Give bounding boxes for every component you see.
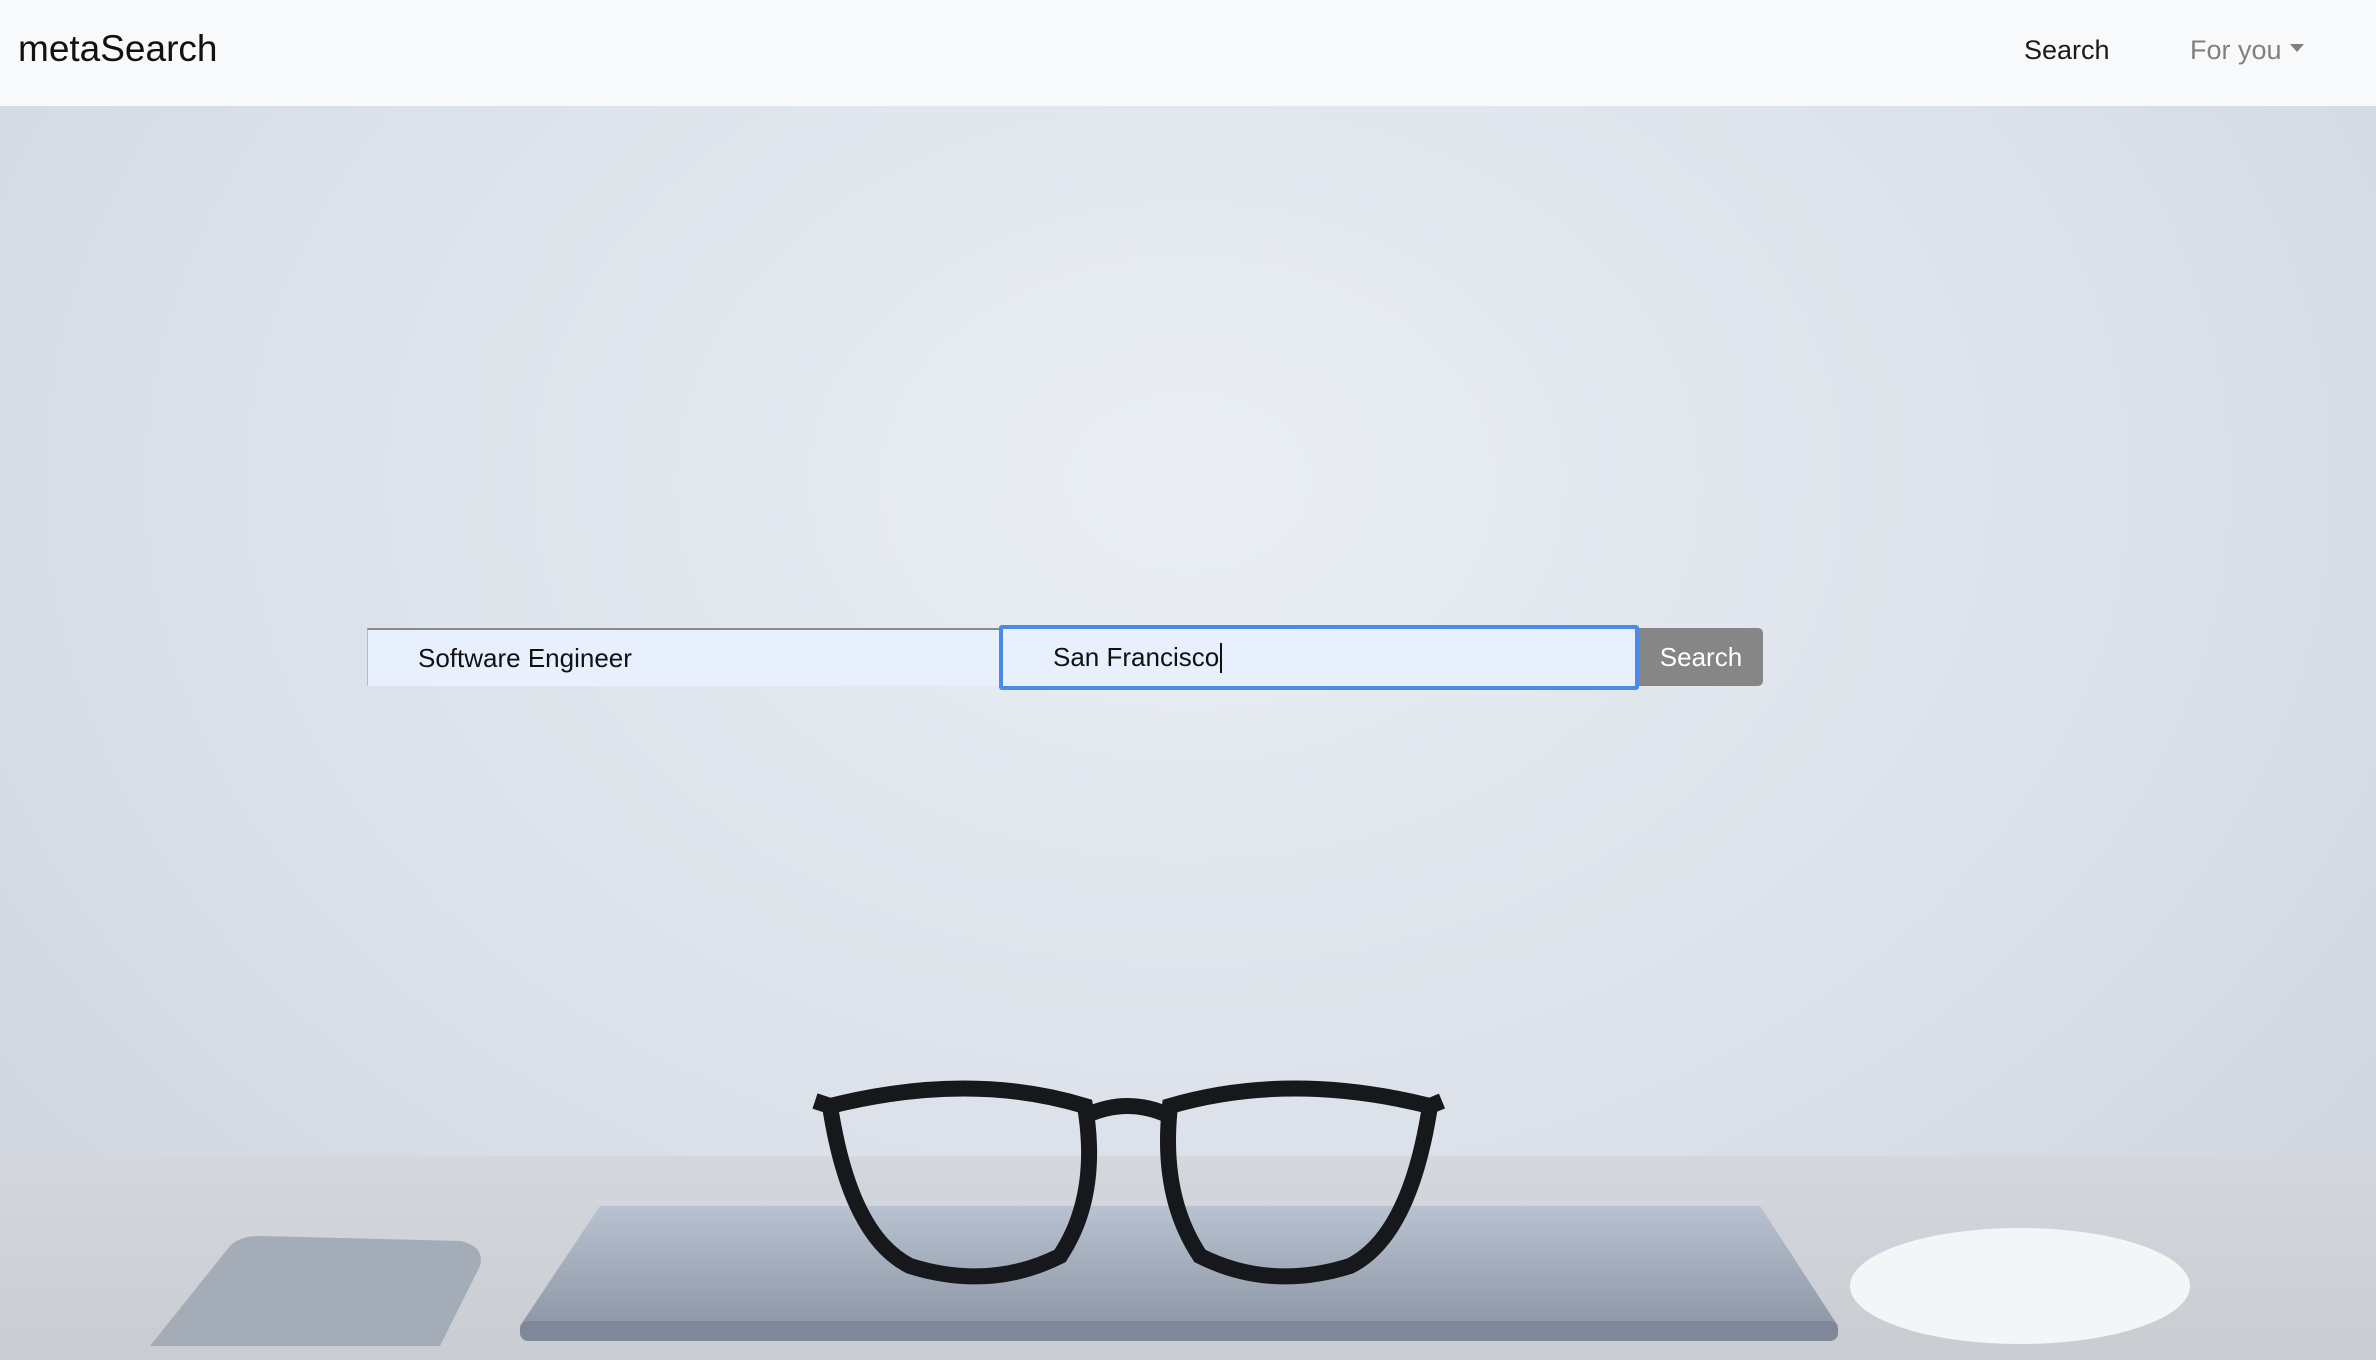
mouse xyxy=(1850,1228,2190,1344)
search-submit-button[interactable]: Search xyxy=(1639,628,1763,686)
job-title-input[interactable]: Software Engineer xyxy=(367,628,999,686)
location-value: San Francisco xyxy=(1053,642,1220,672)
navbar: metaSearch Search For you xyxy=(0,0,2376,106)
caret-down-icon xyxy=(2289,43,2304,52)
for-you-label: For you xyxy=(2190,35,2282,65)
hero-background-image xyxy=(0,106,2376,1360)
nav-dropdown-for-you[interactable]: For you xyxy=(2190,35,2304,66)
text-cursor xyxy=(1220,642,1223,673)
nav-link-search[interactable]: Search xyxy=(2024,35,2110,66)
brand-logo[interactable]: metaSearch xyxy=(18,28,218,70)
desk-scene-image xyxy=(0,1080,2376,1360)
job-title-value: Software Engineer xyxy=(418,642,632,673)
location-input[interactable]: San Francisco xyxy=(999,625,1639,690)
